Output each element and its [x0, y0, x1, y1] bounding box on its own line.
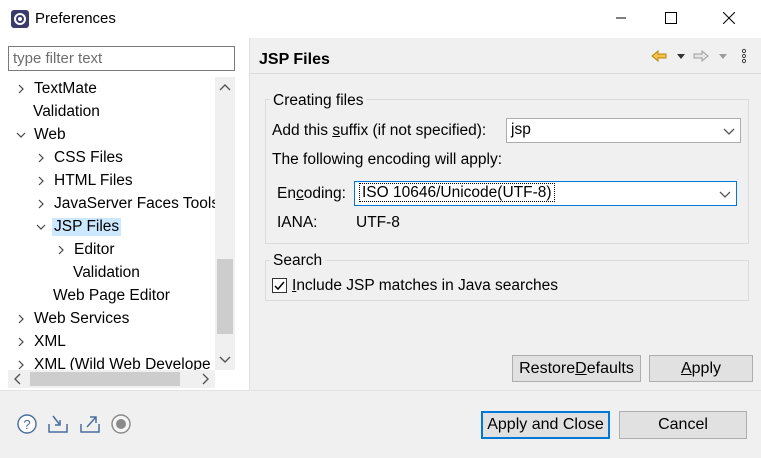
- tree-item-web[interactable]: Web: [14, 123, 66, 146]
- chevron-right-icon[interactable]: [14, 358, 28, 371]
- encoding-intro-text: The following encoding will apply:: [272, 151, 503, 168]
- chevron-right-icon[interactable]: [34, 174, 48, 188]
- apply-and-close-button[interactable]: Apply and Close: [481, 411, 610, 439]
- eclipse-gear-icon: [10, 9, 30, 29]
- chevron-down-icon: [719, 187, 731, 199]
- page-header: JSP Files: [250, 38, 761, 74]
- vertical-scroll-thumb[interactable]: [217, 259, 233, 334]
- close-icon: [722, 11, 736, 28]
- tree-vertical-scrollbar[interactable]: [215, 77, 235, 370]
- chevron-down-icon[interactable]: [34, 220, 48, 234]
- window-title: Preferences: [35, 10, 116, 27]
- maximize-button[interactable]: [648, 0, 694, 38]
- creating-files-group-label: Creating files: [270, 92, 367, 110]
- search-group-label: Search: [270, 252, 326, 270]
- apply-button[interactable]: Apply: [649, 355, 753, 382]
- checkmark-icon: [274, 281, 285, 291]
- close-button[interactable]: [706, 0, 752, 38]
- chevron-down-icon: [723, 124, 735, 136]
- suffix-combo[interactable]: jsp: [506, 118, 741, 143]
- back-arrow-icon[interactable]: [651, 48, 667, 64]
- tree-item-textmate[interactable]: TextMate: [14, 77, 97, 100]
- horizontal-scroll-thumb[interactable]: [30, 372, 180, 386]
- chevron-right-icon[interactable]: [34, 151, 48, 165]
- preference-page: JSP Files Creating files Add this suffix…: [250, 38, 761, 390]
- tree-horizontal-scrollbar[interactable]: [8, 370, 215, 388]
- scroll-right-icon[interactable]: [197, 370, 215, 388]
- tree-item-web-page-editor[interactable]: Web Page Editor: [53, 284, 170, 307]
- title-bar: Preferences: [0, 0, 761, 38]
- encoding-label: Encoding:: [277, 185, 346, 202]
- tree-item-xml[interactable]: XML: [14, 330, 66, 353]
- import-icon[interactable]: [47, 413, 69, 435]
- forward-menu-icon[interactable]: [715, 48, 731, 64]
- suffix-value: jsp: [511, 121, 531, 138]
- chevron-right-icon[interactable]: [34, 197, 48, 211]
- encoding-value: ISO 10646/Unicode(UTF-8): [359, 183, 555, 202]
- iana-value: UTF-8: [356, 214, 400, 231]
- maximize-icon: [665, 11, 677, 28]
- tree-item-css-files[interactable]: CSS Files: [34, 146, 123, 169]
- scroll-up-icon[interactable]: [215, 77, 235, 97]
- export-icon[interactable]: [79, 413, 101, 435]
- tree-item-html-files[interactable]: HTML Files: [34, 169, 133, 192]
- minimize-icon: [615, 11, 627, 28]
- oomph-record-icon[interactable]: [110, 413, 132, 435]
- chevron-right-icon[interactable]: [14, 335, 28, 349]
- include-jsp-matches-label: Include JSP matches in Java searches: [292, 277, 558, 294]
- back-menu-icon[interactable]: [673, 48, 689, 64]
- filter-input[interactable]: [8, 46, 235, 71]
- view-menu-icon[interactable]: [736, 48, 752, 64]
- tree-item-javaserver-faces-tools[interactable]: JavaServer Faces Tools: [34, 192, 215, 215]
- tree-item-jsp-files[interactable]: JSP Files: [34, 215, 122, 238]
- tree-item-xml-wild-web-developer[interactable]: XML (Wild Web Develope: [14, 353, 211, 370]
- preferences-tree: TextMate Validation Web CSS Files HTML F…: [0, 77, 215, 370]
- dialog-button-bar: ? Apply and Close Cancel: [0, 390, 761, 458]
- chevron-right-icon[interactable]: [14, 82, 28, 96]
- minimize-button[interactable]: [598, 0, 644, 38]
- page-title: JSP Files: [259, 51, 330, 68]
- help-icon[interactable]: ?: [16, 413, 38, 435]
- scroll-left-icon[interactable]: [8, 370, 26, 388]
- chevron-down-icon[interactable]: [14, 128, 28, 142]
- encoding-combo[interactable]: ISO 10646/Unicode(UTF-8): [354, 181, 737, 206]
- restore-defaults-button[interactable]: Restore Defaults: [512, 355, 641, 382]
- tree-item-web-services[interactable]: Web Services: [14, 307, 129, 330]
- svg-text:?: ?: [23, 417, 30, 432]
- chevron-right-icon[interactable]: [14, 312, 28, 326]
- chevron-right-icon[interactable]: [54, 243, 68, 257]
- forward-arrow-icon[interactable]: [693, 48, 709, 64]
- scroll-down-icon[interactable]: [215, 350, 235, 370]
- tree-item-jsp-validation[interactable]: Validation: [73, 261, 140, 284]
- iana-label: IANA:: [277, 214, 318, 231]
- suffix-label: Add this suffix (if not specified):: [272, 122, 487, 139]
- tree-item-validation[interactable]: Validation: [33, 100, 100, 123]
- cancel-button[interactable]: Cancel: [619, 411, 747, 439]
- preferences-navigation-pane: TextMate Validation Web CSS Files HTML F…: [0, 38, 250, 390]
- tree-item-editor[interactable]: Editor: [54, 238, 115, 261]
- include-jsp-matches-checkbox[interactable]: [272, 278, 287, 293]
